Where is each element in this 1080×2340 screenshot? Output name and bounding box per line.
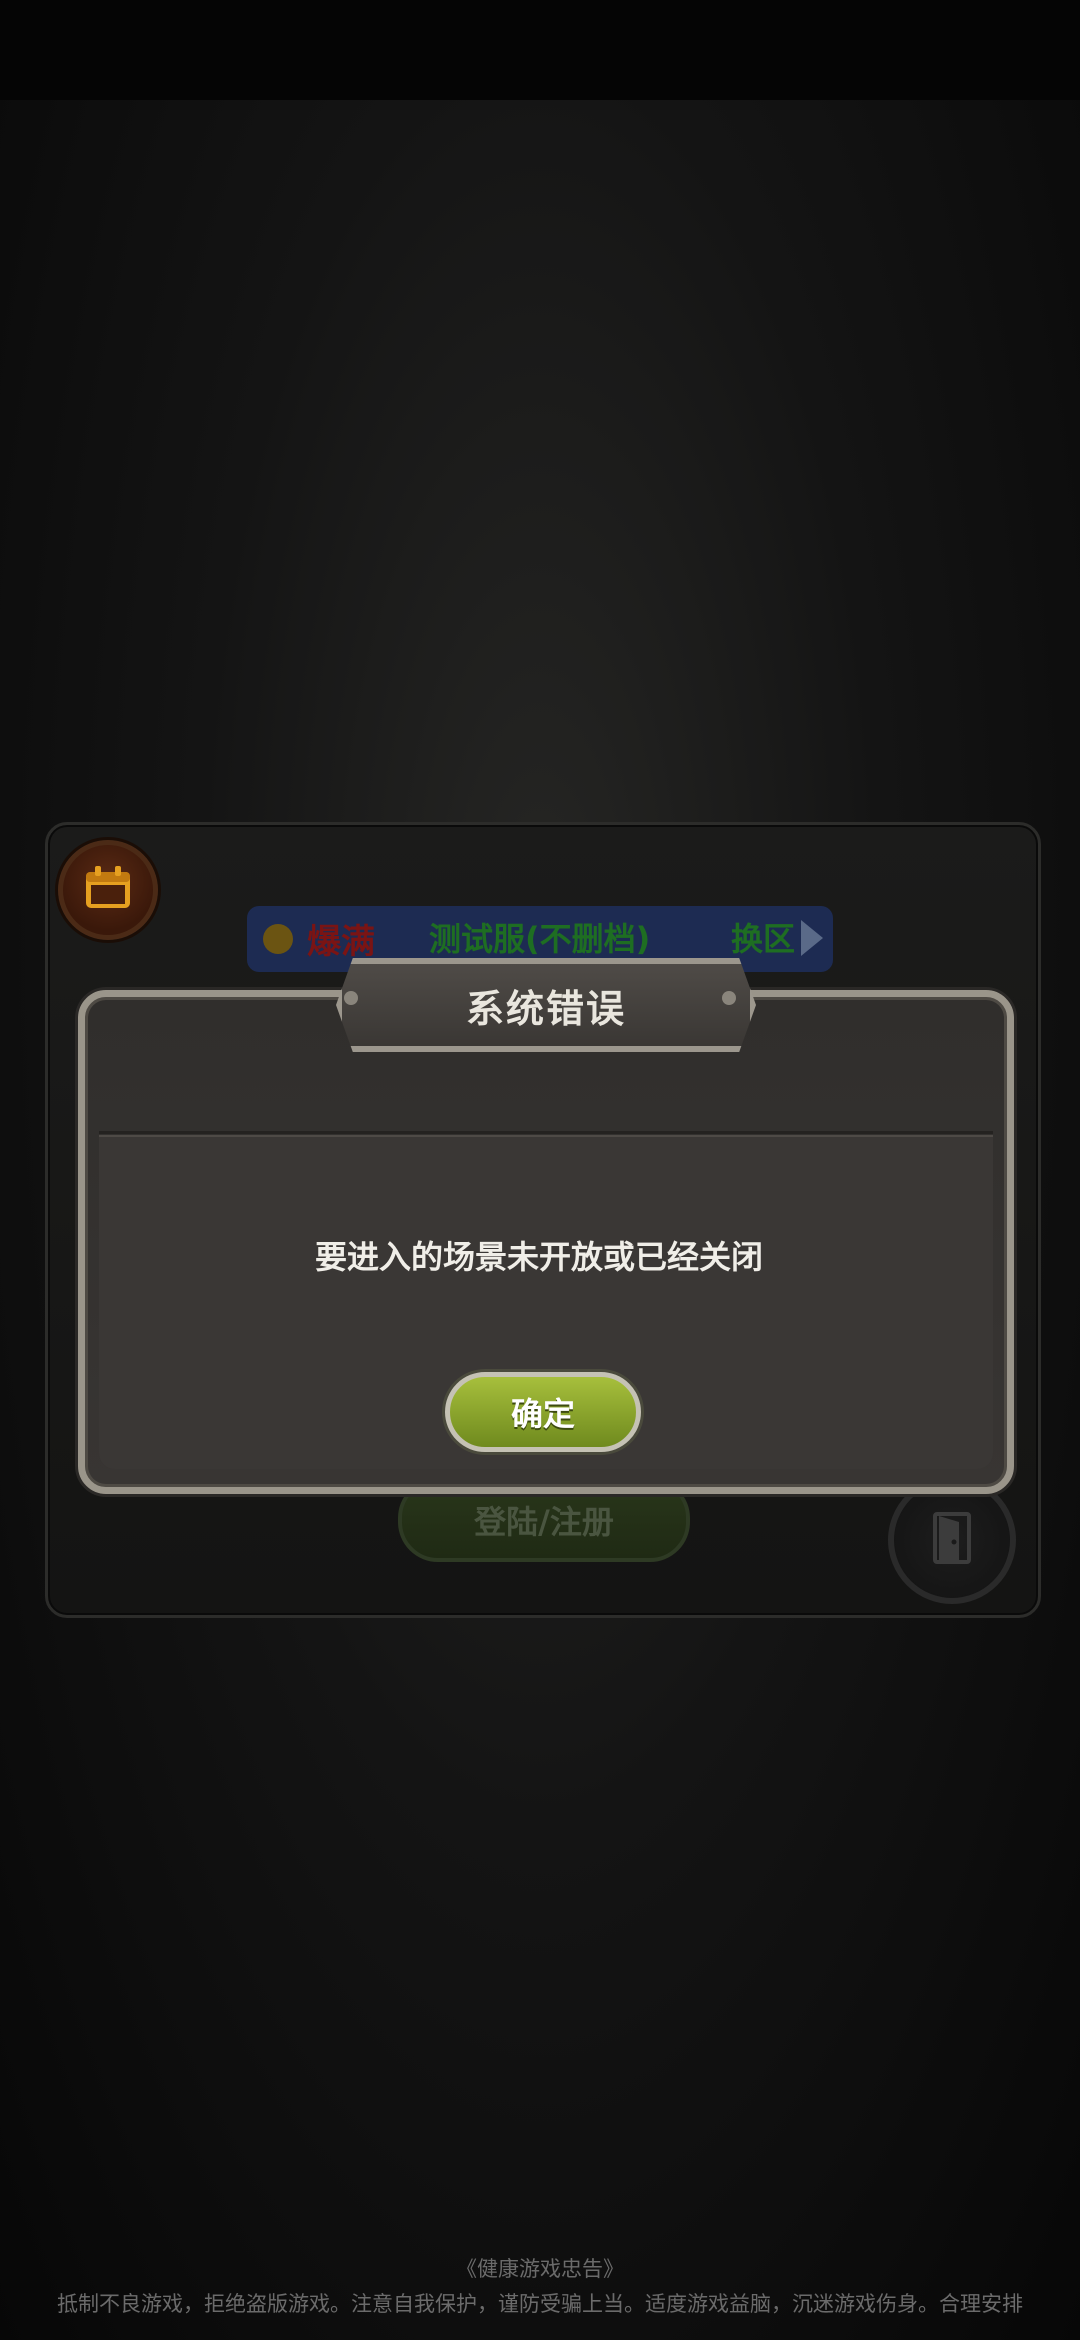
game-screen: 爆满 测试服(不删档) 换区 登陆/注册 系统错误 要进入的场景未开放或已经关闭… (0, 0, 1080, 2340)
server-status-label: 爆满 (307, 922, 375, 962)
server-name-label: 测试服(不删档) (429, 920, 651, 958)
arrow-right-icon (801, 920, 823, 956)
exit-button[interactable] (888, 1476, 1016, 1604)
exit-door-icon (929, 1510, 975, 1570)
title-rivet-left (344, 991, 358, 1005)
server-status-dot (263, 924, 293, 954)
dialog-title-plate: 系统错误 (336, 958, 756, 1052)
dialog-title: 系统错误 (465, 986, 626, 1031)
switch-server-link[interactable]: 换区 (731, 914, 795, 960)
status-bar-area (0, 0, 1080, 100)
health-notice-title: 《健康游戏忠告》 (456, 2257, 624, 2281)
dialog-divider (99, 1131, 993, 1134)
calendar-button[interactable] (58, 840, 158, 940)
confirm-button[interactable]: 确定 (445, 1372, 641, 1452)
dialog-message: 要进入的场景未开放或已经关闭 (314, 1238, 763, 1276)
health-notice-text: 抵制不良游戏，拒绝盗版游戏。注意自我保护，谨防受骗上当。适度游戏益脑，沉迷游戏伤… (57, 2292, 1023, 2316)
calendar-icon (84, 866, 132, 914)
title-rivet-right (722, 991, 736, 1005)
